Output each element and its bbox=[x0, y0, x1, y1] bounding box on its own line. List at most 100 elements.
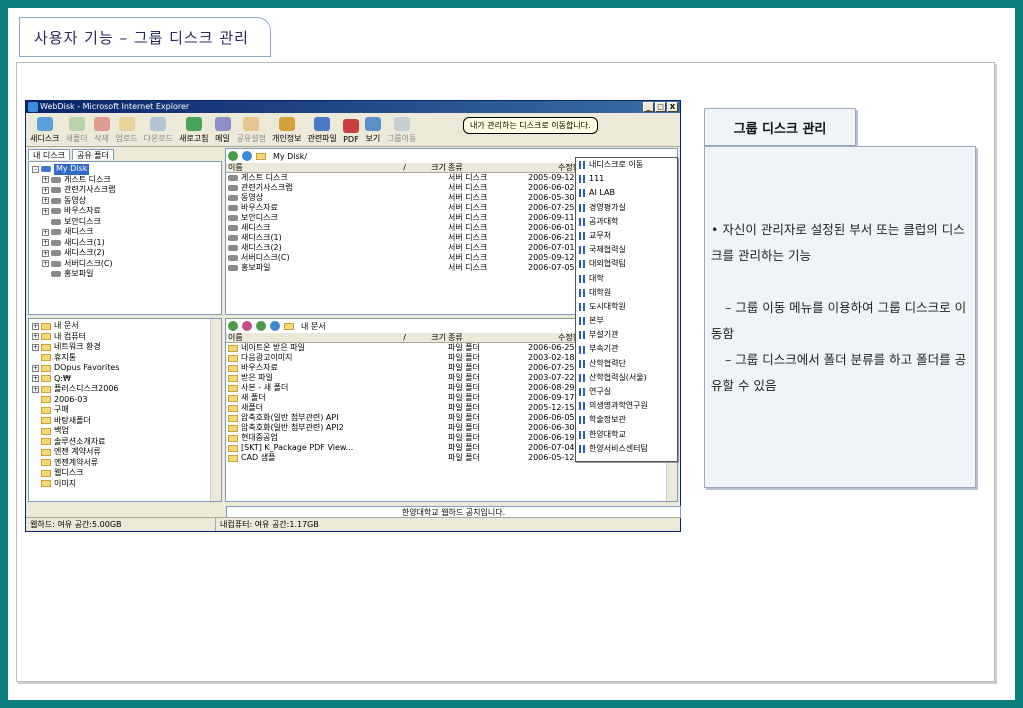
expander-icon[interactable]: + bbox=[32, 375, 39, 383]
disk-tree-item[interactable]: + 새디스크(2) bbox=[32, 248, 218, 259]
toolbar-button[interactable]: 다운로드 bbox=[144, 117, 173, 144]
column-header[interactable]: 이름 bbox=[226, 333, 376, 342]
dropdown-item[interactable]: 도시대학원 bbox=[576, 300, 677, 314]
dropdown-item[interactable]: 교무처 bbox=[576, 229, 677, 243]
disk-tree-item[interactable]: + 새디스크 bbox=[32, 227, 218, 238]
dropdown-item[interactable]: 내디스크로 이동 bbox=[576, 158, 677, 173]
local-tree-item[interactable]: 백업 bbox=[32, 426, 218, 437]
dropdown-item[interactable]: 부속기관 bbox=[576, 342, 677, 356]
folder-nav-icon[interactable] bbox=[256, 321, 266, 331]
local-tree-item[interactable]: 엔젠계약서류 bbox=[32, 458, 218, 469]
toolbar-button[interactable]: 공유설정 bbox=[237, 117, 266, 144]
tab-shared-folder[interactable]: 공유 폴더 bbox=[71, 149, 114, 160]
toolbar-button[interactable]: 새로고침 bbox=[179, 117, 209, 144]
local-tree-item[interactable]: 휴지통 bbox=[32, 353, 218, 364]
dropdown-item[interactable]: 연구실 bbox=[576, 385, 677, 399]
expander-icon[interactable]: + bbox=[42, 228, 49, 236]
toolbar-button[interactable]: 보기 bbox=[364, 117, 381, 144]
dropdown-item[interactable]: 국제협력실 bbox=[576, 243, 677, 257]
disk-tree-item[interactable]: 홍보파일 bbox=[32, 269, 218, 280]
column-header[interactable]: / bbox=[376, 163, 406, 172]
toolbar-button[interactable]: PDF bbox=[342, 119, 359, 144]
toolbar-button[interactable]: 그룹이동 bbox=[387, 117, 416, 144]
local-tree-item[interactable]: 이미지 bbox=[32, 479, 218, 490]
dropdown-item[interactable]: 산학협력단 bbox=[576, 357, 677, 371]
local-tree-item[interactable]: + 플러스디스크2006 bbox=[32, 384, 218, 395]
local-tree-item[interactable]: 웹디스크 bbox=[32, 468, 218, 479]
group-icon bbox=[579, 189, 585, 198]
local-tree-scrollbar[interactable] bbox=[210, 319, 221, 501]
local-tree-item[interactable]: + Q:₩ bbox=[32, 374, 218, 385]
maximize-button[interactable]: □ bbox=[655, 102, 666, 112]
expander-icon[interactable]: - bbox=[32, 165, 39, 173]
disk-tree-item[interactable]: + 새디스크(1) bbox=[32, 238, 218, 249]
disk-tree-item[interactable]: + 동영상 bbox=[32, 196, 218, 207]
minimize-button[interactable]: _ bbox=[643, 102, 654, 112]
refresh-icon[interactable] bbox=[270, 321, 280, 331]
dropdown-item[interactable]: 본부 bbox=[576, 314, 677, 328]
up-folder-icon[interactable] bbox=[228, 321, 238, 331]
dropdown-item[interactable]: 의생명과학연구원 bbox=[576, 399, 677, 413]
local-tree-item[interactable]: 구매 bbox=[32, 405, 218, 416]
disk-tree-item[interactable]: + 서버디스크(C) bbox=[32, 259, 218, 270]
dropdown-item[interactable]: 한양대학교 bbox=[576, 428, 677, 442]
close-button[interactable]: X bbox=[667, 102, 678, 112]
toolbar-button[interactable]: 새디스크 bbox=[30, 117, 59, 144]
local-tree-item[interactable]: + DOpus Favorites bbox=[32, 363, 218, 374]
expander-icon[interactable]: + bbox=[32, 322, 39, 330]
up-folder-icon[interactable] bbox=[228, 151, 238, 161]
dropdown-item[interactable]: 경영평가실 bbox=[576, 201, 677, 215]
local-tree-item[interactable]: 바탕새폴더 bbox=[32, 416, 218, 427]
local-tree-item[interactable]: 2006-03 bbox=[32, 395, 218, 406]
dropdown-item[interactable]: 학술정보관 bbox=[576, 413, 677, 427]
disk-tree-item[interactable]: - My Disk bbox=[32, 164, 218, 175]
toolbar-button[interactable]: 메일 bbox=[214, 117, 231, 144]
disk-tree-item[interactable]: + 관련기사스크랩 bbox=[32, 185, 218, 196]
expander-icon[interactable]: + bbox=[42, 197, 49, 205]
local-tree-item[interactable]: 엔젠 계약서류 bbox=[32, 447, 218, 458]
dropdown-item[interactable]: 대학원 bbox=[576, 286, 677, 300]
toolbar-button-label: 보기 bbox=[365, 134, 381, 143]
toolbar-button[interactable]: 관련파일 bbox=[307, 117, 337, 144]
expander-icon[interactable]: + bbox=[42, 239, 49, 247]
expander-icon[interactable]: + bbox=[42, 249, 49, 257]
local-tree-item[interactable]: 솔루션소개자료 bbox=[32, 437, 218, 448]
dropdown-item[interactable]: 부설기관 bbox=[576, 328, 677, 342]
column-header[interactable]: 이름 bbox=[226, 163, 376, 172]
dropdown-item[interactable]: 한양서비스센터팀 bbox=[576, 442, 677, 456]
disk-tree-item[interactable]: + 바우스자료 bbox=[32, 206, 218, 217]
column-header[interactable]: 종류 bbox=[446, 163, 556, 172]
expander-icon[interactable]: + bbox=[42, 207, 49, 215]
toolbar-button[interactable]: 업로드 bbox=[116, 117, 138, 144]
local-tree-item[interactable]: + 네트워크 환경 bbox=[32, 342, 218, 353]
dropdown-item[interactable]: 산학협력실(서울) bbox=[576, 371, 677, 385]
toolbar-button[interactable]: 삭제 bbox=[93, 117, 110, 144]
history-icon[interactable] bbox=[242, 321, 252, 331]
dropdown-item[interactable]: 111 bbox=[576, 172, 677, 186]
dropdown-item[interactable]: 대학 bbox=[576, 272, 677, 286]
expander-icon[interactable]: + bbox=[32, 333, 39, 341]
expander-icon[interactable]: + bbox=[32, 343, 39, 351]
expander-icon[interactable]: + bbox=[42, 260, 49, 268]
dropdown-item[interactable]: AI LAB bbox=[576, 186, 677, 200]
dropdown-item[interactable]: 공과대학 bbox=[576, 215, 677, 229]
dropdown-item[interactable]: 대외협력팀 bbox=[576, 257, 677, 271]
toolbar-button[interactable]: 새폴더 bbox=[65, 117, 88, 144]
column-header[interactable]: 종류 bbox=[446, 333, 556, 342]
disk-tree-item[interactable]: 보안디스크 bbox=[32, 217, 218, 228]
expander-icon[interactable]: + bbox=[42, 186, 49, 194]
disk-icon bbox=[51, 271, 61, 278]
expander-icon[interactable]: + bbox=[32, 385, 39, 393]
disk-tree-label: 바우스자료 bbox=[64, 206, 101, 215]
column-header[interactable]: / bbox=[376, 333, 406, 342]
local-tree-item[interactable]: + 내 문서 bbox=[32, 321, 218, 332]
refresh-icon[interactable] bbox=[242, 151, 252, 161]
tab-my-disk[interactable]: 내 디스크 bbox=[28, 149, 70, 160]
disk-tree-item[interactable]: + 게스트 디스크 bbox=[32, 175, 218, 186]
expander-icon[interactable]: + bbox=[42, 176, 49, 184]
local-tree-item[interactable]: + 내 컴퓨터 bbox=[32, 332, 218, 343]
expander-icon[interactable]: + bbox=[32, 364, 39, 372]
toolbar-button[interactable]: 개인정보 bbox=[272, 117, 301, 144]
column-header[interactable]: 크기 bbox=[406, 163, 446, 172]
column-header[interactable]: 크기 bbox=[406, 333, 446, 342]
